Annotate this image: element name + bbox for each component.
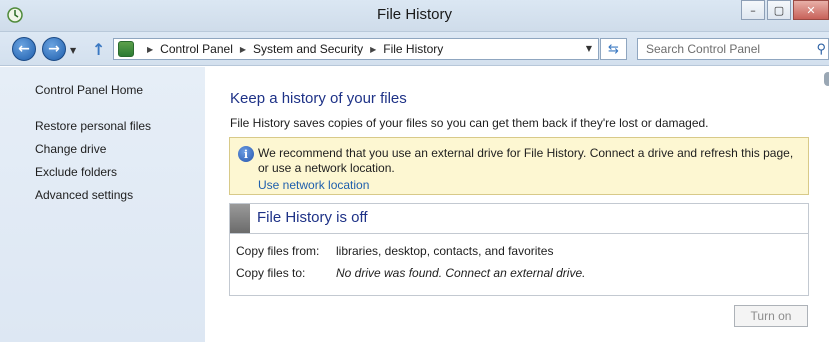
sidebar-item-exclude-folders[interactable]: Exclude folders — [35, 165, 117, 179]
copy-from-value: libraries, desktop, contacts, and favori… — [336, 244, 554, 258]
sidebar-item-control-panel-home[interactable]: Control Panel Home — [35, 83, 143, 97]
sidebar-item-advanced-settings[interactable]: Advanced settings — [35, 188, 133, 202]
copy-from-label: Copy files from: — [236, 244, 320, 258]
copy-to-value: No drive was found. Connect an external … — [336, 266, 586, 280]
sidebar-item-change-drive[interactable]: Change drive — [35, 142, 106, 156]
main-content: Keep a history of your files File Histor… — [205, 67, 829, 342]
search-icon[interactable]: ⚲ — [816, 41, 826, 57]
navigation-bar: ← → ▼ ↑ ▶ Control Panel ▶ System and Sec… — [0, 32, 829, 66]
window-title: File History — [376, 6, 452, 23]
chevron-right-icon[interactable]: ▶ — [370, 45, 376, 54]
address-dropdown-chevron-icon[interactable]: ▼ — [586, 44, 592, 53]
control-panel-icon — [118, 41, 134, 57]
page-title: Keep a history of your files — [230, 90, 407, 107]
breadcrumb: ▶ Control Panel ▶ System and Security ▶ … — [140, 42, 443, 56]
info-bar: i We recommend that you use an external … — [229, 137, 809, 195]
minimize-button[interactable]: – — [741, 0, 765, 20]
breadcrumb-file-history[interactable]: File History — [383, 42, 443, 56]
close-button[interactable]: ✕ — [793, 0, 829, 20]
title-bar: File History – ▢ ✕ — [0, 0, 829, 32]
breadcrumb-system-and-security[interactable]: System and Security — [253, 42, 363, 56]
back-button[interactable]: ← — [12, 37, 36, 61]
forward-button[interactable]: → — [42, 37, 66, 61]
copy-to-label: Copy files to: — [236, 266, 306, 280]
refresh-button[interactable]: ⇆ — [600, 38, 627, 60]
use-network-location-link[interactable]: Use network location — [258, 178, 369, 192]
chevron-right-icon[interactable]: ▶ — [240, 45, 246, 54]
search-placeholder: Search Control Panel — [646, 42, 761, 56]
turn-on-button[interactable]: Turn on — [734, 305, 808, 327]
info-icon: i — [238, 146, 254, 162]
sidebar-item-restore-personal-files[interactable]: Restore personal files — [35, 119, 151, 133]
scrollbar[interactable] — [824, 72, 829, 86]
status-panel: File History is off Copy files from: lib… — [229, 203, 809, 296]
refresh-icon: ⇆ — [608, 41, 619, 57]
chevron-right-icon[interactable]: ▶ — [147, 45, 153, 54]
page-description: File History saves copies of your files … — [230, 116, 709, 130]
breadcrumb-control-panel[interactable]: Control Panel — [160, 42, 233, 56]
sidebar: Control Panel Home Restore personal file… — [0, 67, 205, 342]
divider — [230, 233, 808, 234]
info-message: We recommend that you use an external dr… — [258, 146, 794, 175]
address-bar[interactable]: ▶ Control Panel ▶ System and Security ▶ … — [113, 38, 599, 60]
search-input[interactable]: Search Control Panel ⚲ — [637, 38, 829, 60]
status-title: File History is off — [257, 209, 368, 226]
maximize-button[interactable]: ▢ — [767, 0, 791, 20]
recent-locations-chevron-icon[interactable]: ▼ — [70, 46, 76, 55]
up-arrow-icon[interactable]: ↑ — [92, 40, 108, 59]
status-indicator — [230, 204, 250, 233]
